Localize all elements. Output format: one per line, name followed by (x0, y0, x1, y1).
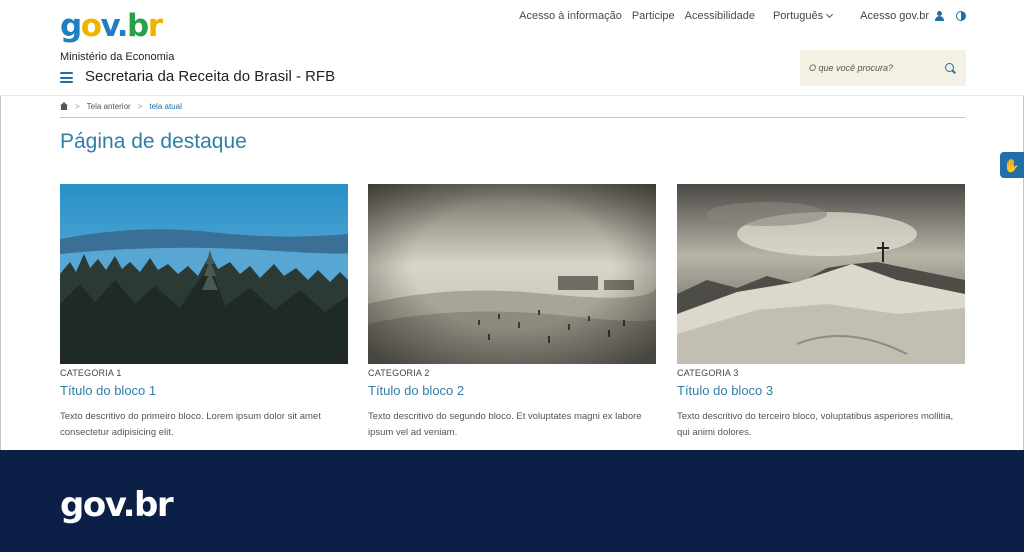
breadcrumb-item[interactable]: Tela anterior (87, 102, 131, 111)
card-2[interactable]: CATEGORIA 2 Título do bloco 2 Texto desc… (368, 184, 656, 441)
card-category: CATEGORIA 2 (368, 368, 430, 378)
card-3[interactable]: CATEGORIA 3 Título do bloco 3 Texto desc… (677, 184, 965, 441)
govbr-logo[interactable]: gov.br (60, 8, 163, 44)
card-1[interactable]: CATEGORIA 1 Título do bloco 1 Texto desc… (60, 184, 348, 441)
logo-letter: b (126, 8, 149, 44)
breadcrumb: > Tela anterior > tela atual (60, 99, 182, 113)
search-box (800, 50, 966, 86)
contrast-icon[interactable] (956, 11, 966, 21)
link-participe[interactable]: Participe (632, 10, 675, 22)
login-button[interactable]: Acesso gov.br (860, 10, 944, 22)
logo-letter: . (116, 8, 129, 44)
ministry-name: Ministério da Economia (60, 51, 175, 63)
site-header: gov.br Acesso à informação Participe Ace… (0, 0, 1024, 96)
hand-icon: ✋ (1003, 157, 1021, 173)
language-selector[interactable]: Português (772, 10, 834, 22)
breadcrumb-current: tela atual (149, 101, 182, 111)
card-category: CATEGORIA 3 (677, 368, 739, 378)
card-image-beach[interactable] (368, 184, 656, 364)
breadcrumb-separator: > (137, 101, 143, 111)
search-icon[interactable] (945, 63, 954, 72)
site-title[interactable]: Secretaria da Receita do Brasil - RFB (85, 68, 335, 85)
language-label: Português (772, 10, 824, 22)
logo-letter: o (80, 8, 102, 44)
card-title[interactable]: Título do bloco 2 (368, 383, 656, 398)
logo-letter: r (147, 8, 163, 44)
card-title[interactable]: Título do bloco 3 (677, 383, 965, 398)
card-image-mountain[interactable] (677, 184, 965, 364)
breadcrumb-separator: > (75, 101, 80, 111)
card-title[interactable]: Título do bloco 1 (60, 383, 348, 398)
search-input[interactable] (800, 50, 940, 86)
divider (60, 117, 965, 118)
vlibras-button[interactable]: ✋ (1000, 152, 1024, 178)
top-navigation: Acesso à informação Participe Acessibili… (509, 10, 966, 22)
login-label: Acesso gov.br (860, 10, 929, 22)
site-footer: gov.br (0, 450, 1024, 552)
card-description: Texto descritivo do terceiro bloco, volu… (677, 411, 954, 438)
user-icon (935, 11, 944, 21)
page-title: Página de destaque (60, 130, 247, 153)
card-category: CATEGORIA 1 (60, 368, 122, 378)
card-image-forest[interactable] (60, 184, 348, 364)
link-acesso-informacao[interactable]: Acesso à informação (519, 10, 622, 22)
home-icon[interactable] (60, 102, 68, 110)
card-description: Texto descritivo do segundo bloco. Et vo… (368, 411, 642, 438)
hamburger-icon[interactable] (60, 72, 73, 83)
chevron-down-icon (826, 10, 834, 19)
link-acessibilidade[interactable]: Acessibilidade (685, 10, 755, 22)
footer-logo[interactable]: gov.br (60, 485, 174, 525)
card-description: Texto descritivo do primeiro bloco. Lore… (60, 411, 321, 438)
logo-letter: g (60, 8, 82, 44)
logo-letter: v (100, 8, 119, 44)
